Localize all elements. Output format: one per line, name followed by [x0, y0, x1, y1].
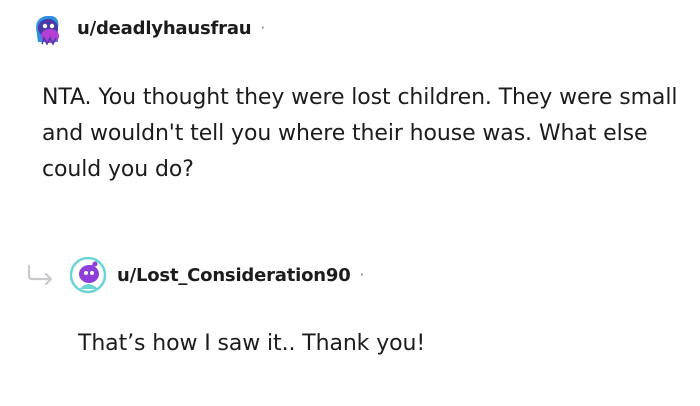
username[interactable]: u/Lost_Consideration90	[117, 265, 351, 286]
comment-header: u/deadlyhausfrau ·	[28, 8, 265, 48]
separator-dot: ·	[359, 266, 365, 284]
separator-dot: ·	[260, 19, 266, 37]
reply-arrow-icon	[27, 264, 53, 286]
comment-header: u/Lost_Consideration90 ·	[68, 255, 364, 295]
user-avatar-icon[interactable]	[68, 255, 108, 295]
comment-text: NTA. You thought they were lost children…	[42, 85, 678, 182]
user-avatar-icon[interactable]	[28, 8, 68, 48]
comment-text: That’s how I saw it.. Thank you!	[78, 331, 426, 356]
username[interactable]: u/deadlyhausfrau	[77, 18, 252, 39]
